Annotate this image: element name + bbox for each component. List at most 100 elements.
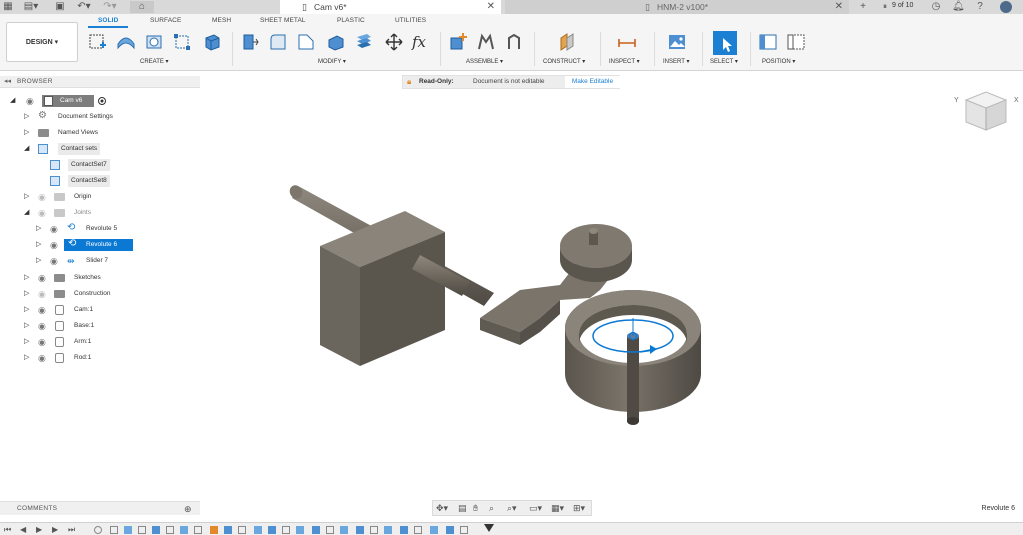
go-to-end-icon[interactable]: ⏭ [68,525,75,535]
tree-item-named-views[interactable]: ▷ Named Views [0,127,200,139]
help-icon[interactable]: ? [974,1,986,13]
step-forward-icon[interactable]: ▶ [52,525,58,534]
fit-icon[interactable]: ⌕▾ [507,503,517,514]
expand-arrow-icon[interactable]: ▷ [24,111,29,123]
hidden-eye-icon[interactable]: ◉ [38,207,46,219]
display-settings-icon[interactable]: ▭▾ [529,503,542,514]
expand-arrow-icon[interactable]: ▷ [24,272,29,284]
expand-arrow-icon[interactable]: ▷ [24,127,29,139]
tree-item-cam-component[interactable]: ▷ ◉ Cam:1 [0,304,200,316]
tree-item-revolute-5[interactable]: ▷ ◉ ⟲ Revolute 5 [0,222,200,235]
timeline-feature-icon[interactable] [460,526,468,534]
as-built-joint-icon[interactable] [504,32,524,52]
clock-icon[interactable]: ◷ [930,1,942,13]
comments-panel[interactable]: COMMENTS ⊕ [0,501,200,515]
timeline-feature-icon[interactable] [296,526,304,534]
tree-item-sketches[interactable]: ▷ ◉ Sketches [0,272,200,284]
timeline-feature-icon[interactable] [340,526,348,534]
timeline-feature-icon[interactable] [210,526,218,534]
look-at-icon[interactable]: ▤ [458,503,467,514]
timeline-feature-icon[interactable] [238,526,246,534]
redo-icon[interactable]: ↷▾ [102,1,118,13]
expand-arrow-icon[interactable]: ▷ [24,288,29,300]
timeline-feature-icon[interactable] [400,526,408,534]
timeline-feature-icon[interactable] [268,526,276,534]
tree-item-origin[interactable]: ▷ ◉ Origin [0,191,200,203]
revert-position-icon[interactable] [786,32,806,52]
tree-item-contactset7[interactable]: ContactSet7 [0,159,200,171]
undo-icon[interactable]: ↶▾ [76,1,92,13]
activate-radio-icon[interactable] [98,97,106,105]
parameters-icon[interactable]: fx [412,32,432,52]
expand-arrow-icon[interactable]: ▷ [24,191,29,203]
visibility-eye-icon[interactable]: ◉ [38,304,46,316]
combine-icon[interactable] [354,32,374,52]
expand-arrow-icon[interactable]: ▷ [24,352,29,364]
document-tab-active[interactable]: ▯ Cam v6* ✕ [280,0,501,14]
tree-item-base-component[interactable]: ▷ ◉ Base:1 [0,320,200,332]
cam-part[interactable] [565,290,701,425]
timeline-feature-icon[interactable] [430,526,438,534]
timeline-feature-icon[interactable] [414,526,422,534]
tree-item-contact-sets[interactable]: ◢ Contact sets [0,143,200,155]
workspace-switcher-button[interactable]: DESIGN ▾ [6,22,78,62]
insert-group-label[interactable]: INSERT ▾ [663,58,689,65]
joint-icon[interactable] [476,32,496,52]
offset-plane-icon[interactable] [557,32,577,52]
timeline-feature-icon[interactable] [370,526,378,534]
position-group-label[interactable]: POSITION ▾ [762,58,795,65]
close-tab-icon[interactable]: ✕ [835,0,843,14]
grid-snaps-icon[interactable]: ▦▾ [551,503,564,514]
inspect-group-label[interactable]: INSPECT ▾ [609,58,640,65]
expand-arrow-icon[interactable]: ▷ [36,223,41,235]
timeline-feature-icon[interactable] [312,526,320,534]
timeline-marker-icon[interactable] [484,524,494,532]
tree-item-joints[interactable]: ◢ ◉ Joints [0,207,200,219]
job-status-icon[interactable]: ⏸ [880,1,890,13]
view-cube-icon[interactable] [950,88,1020,143]
create-form-icon[interactable] [116,32,136,52]
extrude-icon[interactable] [144,32,164,52]
expand-arrow-icon[interactable]: ▷ [36,239,41,251]
collapse-panel-icon[interactable]: ◂◂ [4,77,11,85]
tree-root[interactable]: ◢ ◉ Cam v6 [0,95,200,107]
document-tab-inactive[interactable]: ▯ HNM-2 v100* ✕ [505,0,849,14]
visibility-eye-icon[interactable]: ◉ [50,239,58,251]
viewports-icon[interactable]: ⊞▾ [573,503,585,514]
timeline-feature-icon[interactable] [224,526,232,534]
expand-arrow-icon[interactable]: ▷ [24,320,29,332]
home-icon[interactable]: ⌂ [130,1,154,13]
modify-group-label[interactable]: MODIFY ▾ [318,58,346,65]
visibility-eye-icon[interactable]: ◉ [38,336,46,348]
play-icon[interactable]: ▶ [36,525,42,534]
select-group-label[interactable]: SELECT ▾ [710,58,738,65]
timeline-feature-icon[interactable] [254,526,262,534]
make-editable-button[interactable]: Make Editable [565,76,620,88]
collapse-arrow-icon[interactable]: ◢ [10,95,15,107]
expand-arrow-icon[interactable]: ▷ [24,336,29,348]
hidden-eye-icon[interactable]: ◉ [38,288,46,300]
tab-utilities[interactable]: UTILITIES [395,17,426,24]
capture-position-icon[interactable] [758,32,778,52]
tree-item-arm-component[interactable]: ▷ ◉ Arm:1 [0,336,200,348]
timeline-feature-icon[interactable] [94,526,102,534]
save-icon[interactable]: ▣ [55,1,65,13]
timeline-feature-icon[interactable] [326,526,334,534]
new-tab-icon[interactable]: + [857,1,869,13]
visibility-eye-icon[interactable]: ◉ [50,255,58,267]
base-part[interactable] [320,211,470,366]
orbit-icon[interactable]: ✥▾ [436,503,448,514]
tab-surface[interactable]: SURFACE [150,17,181,24]
timeline-feature-icon[interactable] [152,526,160,534]
job-status-count[interactable]: 9 of 10 [892,2,913,9]
go-to-start-icon[interactable]: ⏮ [4,525,11,535]
tree-item-document-settings[interactable]: ▷ ⚙ Document Settings [0,110,200,123]
timeline-feature-icon[interactable] [384,526,392,534]
tab-plastic[interactable]: PLASTIC [337,17,365,24]
file-menu-icon[interactable]: ▤▾ [22,1,40,13]
tree-item-revolute-6[interactable]: ▷ ◉ ⟲ Revolute 6 [0,238,200,251]
measure-icon[interactable] [617,32,637,52]
shell-icon[interactable] [326,32,346,52]
timeline-feature-icon[interactable] [356,526,364,534]
timeline-feature-icon[interactable] [446,526,454,534]
